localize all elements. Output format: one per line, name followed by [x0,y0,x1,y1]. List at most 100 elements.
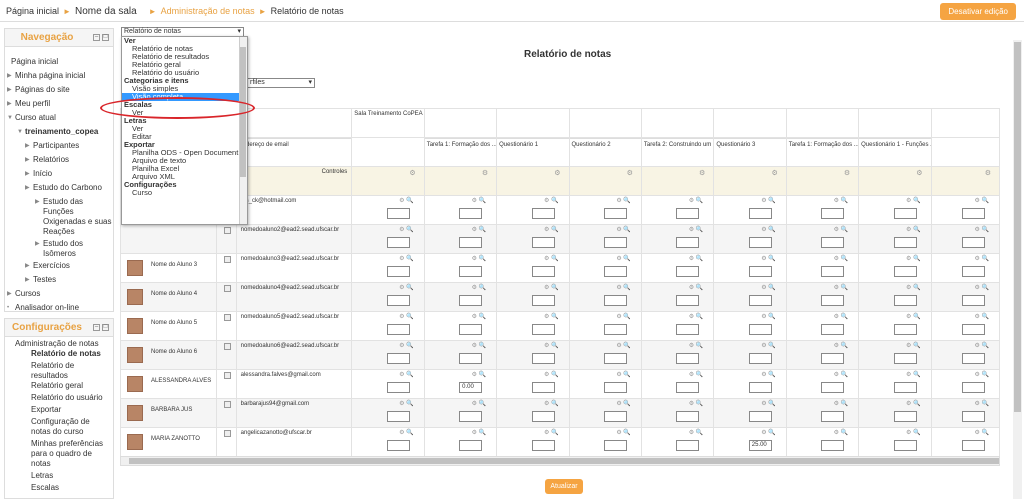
cell-icons[interactable]: ⚙ 🔍 [761,429,776,436]
gear-icon[interactable]: ⚙ [482,169,488,177]
cell-icons[interactable]: ⚙ 🔍 [834,255,849,262]
dock-icon[interactable]: □ [102,34,109,41]
grade-input[interactable] [386,295,410,306]
cell-icons[interactable]: ⚙ 🔍 [472,197,487,204]
nav-item[interactable]: Início [33,169,52,179]
grade-column-header[interactable]: Questionário 1 [497,138,569,152]
grade-input[interactable] [962,411,985,422]
cell-icons[interactable]: ⚙ 🔍 [834,342,849,349]
dock-icon[interactable]: □ [102,324,109,331]
grade-input[interactable] [676,295,700,306]
student-name[interactable]: Nome do Aluno 5 [151,320,197,326]
grade-input[interactable] [676,266,700,277]
student-name[interactable]: MARIA ZANOTTO [151,436,200,442]
grade-input[interactable] [821,266,845,277]
cell-icons[interactable]: ⚙ 🔍 [834,371,849,378]
gear-icon[interactable]: ⚙ [554,169,560,177]
view-select[interactable]: rfiles ▾ [247,78,315,88]
cell-icons[interactable]: ⚙ 🔍 [761,371,776,378]
nav-item[interactable]: Estudo do Carbono [33,183,102,193]
cell-icons[interactable]: ⚙ 🔍 [974,226,989,233]
nav-item[interactable]: Exercícios [33,261,70,271]
cell-icons[interactable]: ⚙ 🔍 [689,371,704,378]
grade-input[interactable] [603,353,627,364]
grade-input[interactable] [748,382,772,393]
dropdown-scrollbar[interactable] [239,37,247,224]
cell-icons[interactable]: ⚙ 🔍 [974,197,989,204]
cell-icons[interactable]: ⚙ 🔍 [472,313,487,320]
toggle-edit-button[interactable]: Desativar edição [940,3,1016,20]
cell-icons[interactable]: ⚙ 🔍 [974,255,989,262]
config-item[interactable]: Relatório geral [31,381,83,391]
student-name[interactable]: Nome do Aluno 4 [151,291,197,297]
grade-input[interactable] [962,208,985,219]
grade-input[interactable] [893,440,917,451]
breadcrumb-admin[interactable]: Administração de notas [161,6,255,16]
cell-icons[interactable]: ⚙ 🔍 [689,226,704,233]
grade-input[interactable] [386,324,410,335]
grade-input[interactable] [386,208,410,219]
cell-icons[interactable]: ⚙ 🔍 [761,342,776,349]
nav-item[interactable]: Analisador on-line [15,303,79,313]
nav-item[interactable]: Cursos [15,289,40,299]
grade-input[interactable] [676,208,700,219]
grade-input[interactable] [386,382,410,393]
cell-icons[interactable]: ⚙ 🔍 [616,255,631,262]
grade-input[interactable] [459,208,483,219]
grade-input[interactable] [531,237,555,248]
cell-icons[interactable]: ⚙ 🔍 [616,197,631,204]
config-item[interactable]: Minhas preferências para o quadro de not… [31,439,109,469]
grade-input[interactable] [531,266,555,277]
cell-icons[interactable]: ⚙ 🔍 [834,284,849,291]
row-checkbox[interactable] [223,343,231,350]
grade-input[interactable] [603,324,627,335]
cell-icons[interactable]: ⚙ 🔍 [761,313,776,320]
cell-icons[interactable]: ⚙ 🔍 [616,400,631,407]
grade-input[interactable] [459,237,483,248]
grade-input[interactable] [821,208,845,219]
cell-icons[interactable]: ⚙ 🔍 [399,284,414,291]
grade-input[interactable] [531,353,555,364]
grade-input[interactable] [459,295,483,306]
cell-icons[interactable]: ⚙ 🔍 [544,313,559,320]
cell-icons[interactable]: ⚙ 🔍 [689,255,704,262]
cell-icons[interactable]: ⚙ 🔍 [544,342,559,349]
grade-input[interactable] [531,440,555,451]
student-name[interactable]: ALESSANDRA ALVES [151,378,211,384]
grade-input[interactable] [893,353,917,364]
collapse-icon[interactable]: – [93,324,100,331]
update-button[interactable]: Atualizar [545,479,583,494]
grade-input[interactable] [459,353,483,364]
grade-input[interactable] [386,266,410,277]
grade-input[interactable] [821,324,845,335]
cell-icons[interactable]: ⚙ 🔍 [472,371,487,378]
cell-icons[interactable]: ⚙ 🔍 [906,197,921,204]
grade-input[interactable] [386,411,410,422]
gear-icon[interactable]: ⚙ [844,169,850,177]
row-checkbox[interactable] [223,401,231,408]
cell-icons[interactable]: ⚙ 🔍 [906,342,921,349]
nav-item[interactable]: treinamento_copea [25,127,98,137]
nav-item[interactable]: Participantes [33,141,79,151]
cell-icons[interactable]: ⚙ 🔍 [974,400,989,407]
cell-icons[interactable]: ⚙ 🔍 [544,226,559,233]
grade-input[interactable] [962,324,985,335]
grade-input[interactable] [748,295,772,306]
grade-input[interactable] [676,237,700,248]
grade-input[interactable] [821,440,845,451]
gear-icon[interactable]: ⚙ [985,169,991,177]
grade-input[interactable] [821,382,845,393]
grade-input[interactable] [748,266,772,277]
grade-input[interactable] [748,411,772,422]
grade-input[interactable] [459,266,483,277]
grade-input[interactable] [893,237,917,248]
grade-input[interactable] [893,266,917,277]
email-column-header[interactable]: Endereço de email [237,138,351,152]
cell-icons[interactable]: ⚙ 🔍 [616,313,631,320]
cell-icons[interactable]: ⚙ 🔍 [974,429,989,436]
nav-item[interactable]: Páginas do site [15,85,70,95]
cell-icons[interactable]: ⚙ 🔍 [399,400,414,407]
grade-input[interactable] [531,208,555,219]
config-item[interactable]: Relatório do usuário [31,393,103,403]
grade-input[interactable] [676,382,700,393]
